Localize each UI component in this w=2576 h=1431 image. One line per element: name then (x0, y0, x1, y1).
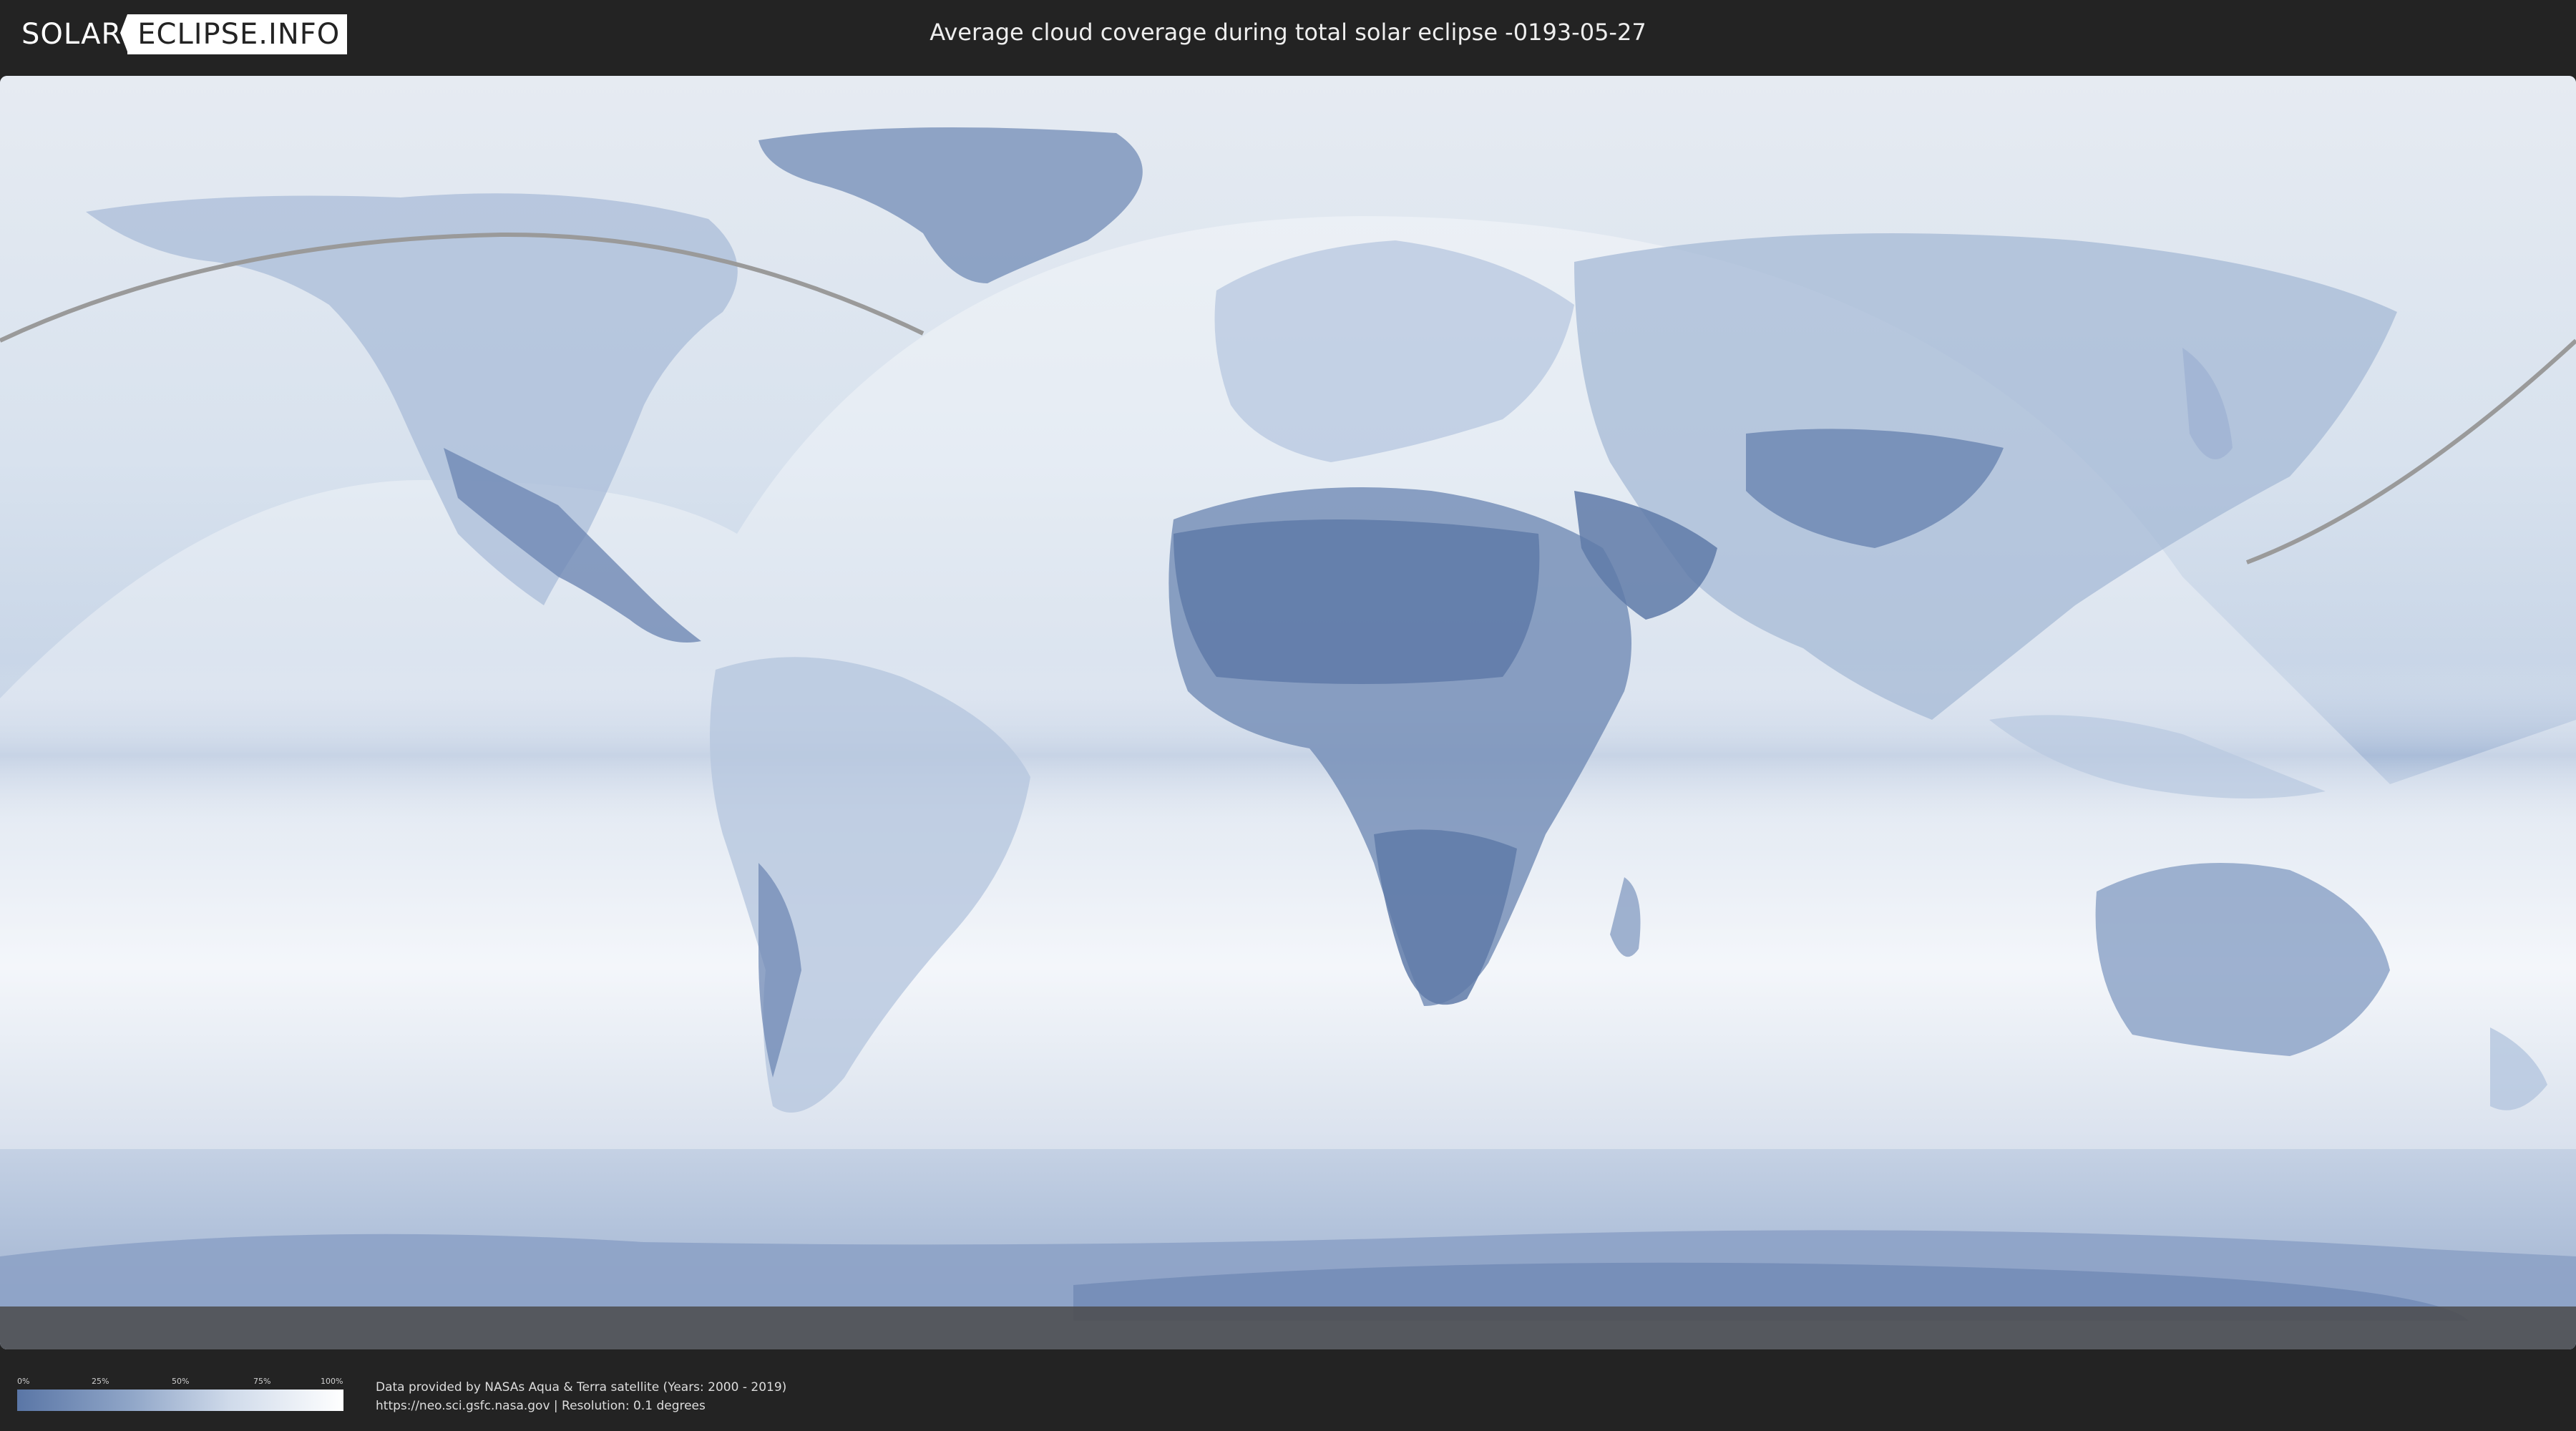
legend-tick-75: 75% (253, 1377, 271, 1386)
top-bar: SOLAR ECLIPSE.INFO Average cloud coverag… (0, 0, 2576, 72)
map-edge-shadow (0, 1307, 2576, 1349)
data-credits: Data provided by NASAs Aqua & Terra sate… (376, 1378, 786, 1415)
legend-color-scale (17, 1390, 343, 1411)
legend-tick-0: 0% (17, 1377, 30, 1386)
legend-tick-25: 25% (92, 1377, 109, 1386)
cloud-coverage-legend: 0% 25% 50% 75% 100% (17, 1374, 343, 1414)
source-line[interactable]: https://neo.sci.gsfc.nasa.gov | Resoluti… (376, 1397, 786, 1415)
world-map-svg (0, 76, 2576, 1349)
sahara-clear-sky (1174, 519, 1540, 684)
page-title: Average cloud coverage during total sola… (930, 19, 1646, 46)
cloud-coverage-map[interactable] (0, 76, 2576, 1349)
legend-tick-50: 50% (172, 1377, 190, 1386)
legend-tick-100: 100% (321, 1377, 343, 1386)
credit-line: Data provided by NASAs Aqua & Terra sate… (376, 1380, 787, 1395)
